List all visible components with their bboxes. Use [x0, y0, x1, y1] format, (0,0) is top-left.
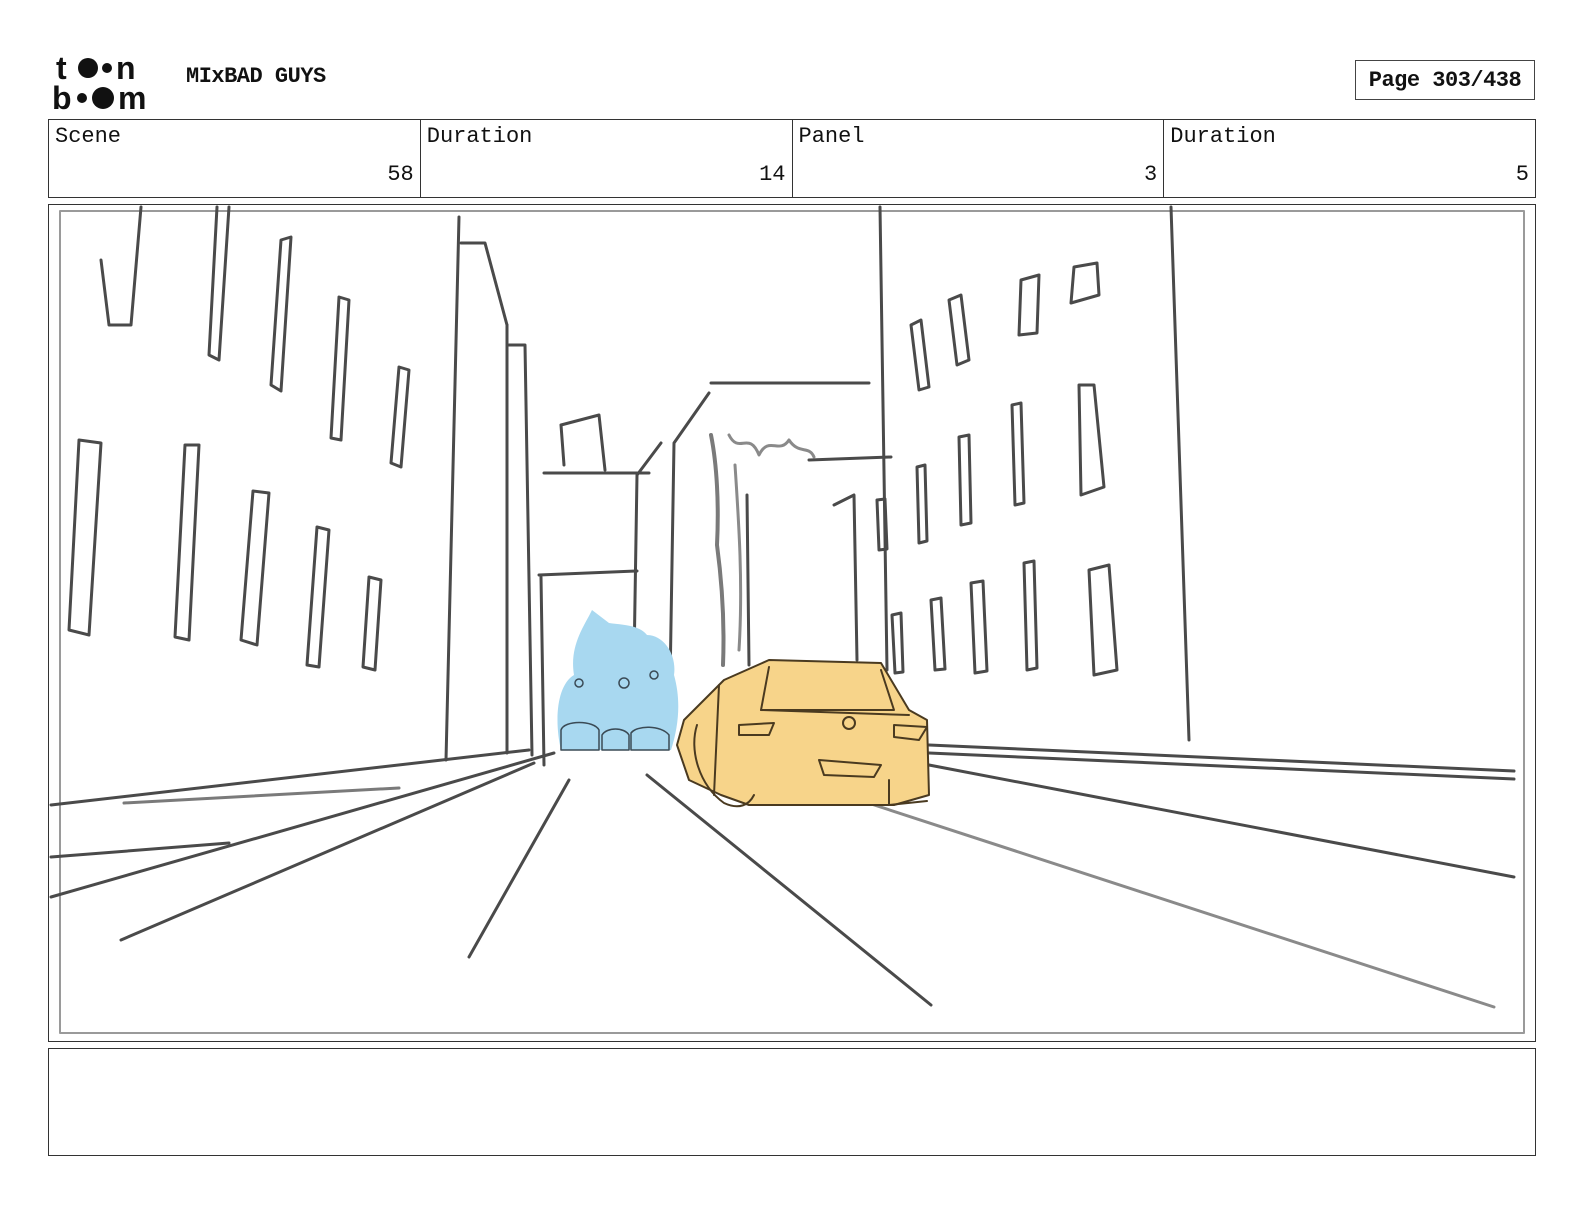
panel-sketch — [49, 205, 1525, 1034]
project-title: MIxBAD GUYS — [186, 64, 326, 89]
panel-label: Panel — [798, 124, 865, 149]
storyboard-panel — [48, 204, 1536, 1042]
blue-car-cluster — [557, 610, 679, 751]
right-building — [875, 205, 1516, 781]
scene-duration-value: 14 — [759, 162, 786, 187]
svg-text:m: m — [118, 80, 146, 112]
toon-boom-logo: t n b m — [52, 52, 164, 112]
scene-label: Scene — [55, 124, 122, 149]
scene-duration-cell: Duration 14 — [421, 120, 793, 197]
scene-cell: Scene 58 — [49, 120, 421, 197]
panel-value: 3 — [1144, 162, 1158, 187]
panel-notes — [48, 1048, 1536, 1156]
panel-duration-value: 5 — [1515, 162, 1529, 187]
panel-duration-cell: Duration 5 — [1164, 120, 1535, 197]
panel-cell: Panel 3 — [793, 120, 1165, 197]
yellow-car — [676, 659, 930, 808]
panel-duration-label: Duration — [1170, 124, 1276, 149]
toon-boom-logo-mark: t n b m — [52, 52, 146, 112]
page-indicator: Page 303/438 — [1355, 60, 1535, 100]
info-bar: Scene 58 Duration 14 Panel 3 Duration 5 — [48, 119, 1536, 198]
left-building — [67, 205, 534, 762]
scene-value: 58 — [387, 162, 414, 187]
svg-text:b: b — [52, 80, 72, 112]
safe-frame — [59, 210, 1525, 1034]
scene-duration-label: Duration — [426, 124, 533, 149]
